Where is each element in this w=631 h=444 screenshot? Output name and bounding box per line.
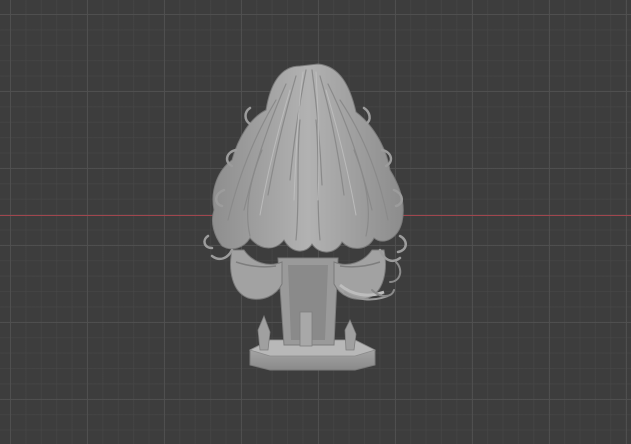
sculpt-model[interactable] — [0, 0, 631, 444]
3d-viewport[interactable] — [0, 0, 631, 444]
